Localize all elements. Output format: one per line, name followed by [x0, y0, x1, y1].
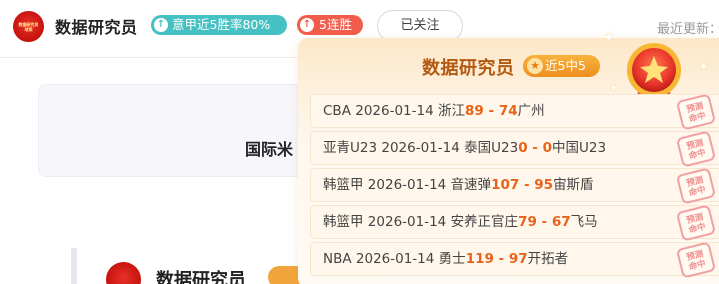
prediction-hit-stamp: 预测 命中 [675, 93, 717, 131]
home-team: 浙江 [438, 103, 465, 119]
hit-rate-label: 近5中5 [545, 58, 586, 73]
prediction-hit-stamp: 预测 命中 [675, 167, 717, 205]
match-date: 2026-01-14 [355, 251, 435, 267]
sparkle-icon: ✦ [610, 84, 618, 94]
author-name[interactable]: 数据研究员 [156, 266, 246, 284]
away-team: 飞马 [570, 214, 598, 230]
avatar[interactable]: 数据研究员 球探 [13, 11, 44, 42]
list-item[interactable]: 韩篮甲 2026-01-14 音速弹107 - 95宙斯盾 预测 命中 [310, 167, 719, 205]
streak-rate-label: 意甲近5胜率80% [172, 17, 271, 32]
sparkle-icon: ✦ [699, 60, 709, 73]
away-team: 广州 [517, 103, 545, 119]
left-accent-bar [71, 248, 77, 284]
away-score: 97 [508, 251, 528, 267]
home-score: 107 [491, 177, 520, 193]
match-date: 2026-01-14 [355, 103, 434, 119]
match-date: 2026-01-14 [381, 140, 460, 156]
list-item[interactable]: NBA 2026-01-14 勇士119 - 97开拓者 预测 命中 [310, 241, 719, 279]
away-score: 0 [542, 140, 553, 156]
home-team: 勇士 [438, 251, 466, 267]
league-label: CBA [323, 103, 351, 119]
home-score: 119 [465, 251, 494, 267]
match-date: 2026-01-14 [367, 214, 447, 230]
league-label: 亚青U23 [323, 140, 378, 156]
avatar[interactable] [106, 262, 141, 284]
away-team: 宙斯盾 [553, 177, 594, 193]
streak-rate-badge: ↑ 意甲近5胜率80% [151, 15, 287, 35]
arrow-up-icon: ↑ [300, 18, 314, 32]
league-label: 韩篮甲 [323, 214, 364, 230]
popup-author-name: 数据研究员 [422, 58, 515, 79]
star-icon: ★ [527, 58, 543, 74]
win-streak-badge[interactable]: ↑ 5连胜 [297, 15, 363, 35]
away-score: 74 [498, 103, 518, 119]
home-team: 安养正官庄 [450, 214, 519, 230]
home-score: 79 [518, 214, 537, 230]
home-score: 0 [518, 140, 528, 156]
page: 数据研究员 球探 数据研究员 ↑ 意甲近5胜率80% ↑ 5连胜 已关注 最近更… [0, 0, 719, 284]
away-score: 67 [551, 214, 571, 230]
league-label: NBA [323, 251, 352, 267]
author-name[interactable]: 数据研究员 [55, 14, 138, 38]
match-card-title: 国际米 [245, 140, 294, 159]
list-item[interactable]: CBA 2026-01-14 浙江89 - 74广州 预测 命中 [310, 93, 719, 131]
prediction-hit-stamp: 预测 命中 [675, 130, 717, 168]
home-team: 音速弹 [450, 177, 492, 193]
author-record-popup: ✦ ✦ ✦ 数据研究员 ★ 近5中5 CBA 2026-01-14 浙江89 -… [298, 30, 719, 284]
recent-update-label: 最近更新： [657, 22, 719, 37]
prediction-hit-stamp: 预测 命中 [675, 241, 717, 279]
avatar-logo-text: 数据研究员 球探 [18, 21, 39, 32]
list-item[interactable]: 韩篮甲 2026-01-14 安养正官庄79 - 67飞马 预测 命中 [310, 204, 719, 242]
list-item[interactable]: 亚青U23 2026-01-14 泰国U230 - 0中国U23 预测 命中 [310, 130, 719, 168]
hit-rate-badge: ★ 近5中5 [523, 55, 600, 77]
sparkle-icon: ✦ [603, 30, 615, 46]
away-team: 开拓者 [527, 251, 569, 267]
prediction-hit-stamp: 预测 命中 [675, 204, 717, 242]
away-score: 95 [534, 177, 554, 193]
match-list: CBA 2026-01-14 浙江89 - 74广州 预测 命中 亚青U23 2… [310, 93, 719, 279]
home-team: 泰国U23 [464, 140, 519, 156]
home-score: 89 [465, 103, 484, 119]
match-date: 2026-01-14 [367, 177, 447, 193]
league-label: 韩篮甲 [323, 177, 364, 193]
arrow-up-icon: ↑ [154, 18, 168, 32]
win-streak-label: 5连胜 [319, 17, 352, 32]
away-team: 中国U23 [552, 140, 607, 156]
